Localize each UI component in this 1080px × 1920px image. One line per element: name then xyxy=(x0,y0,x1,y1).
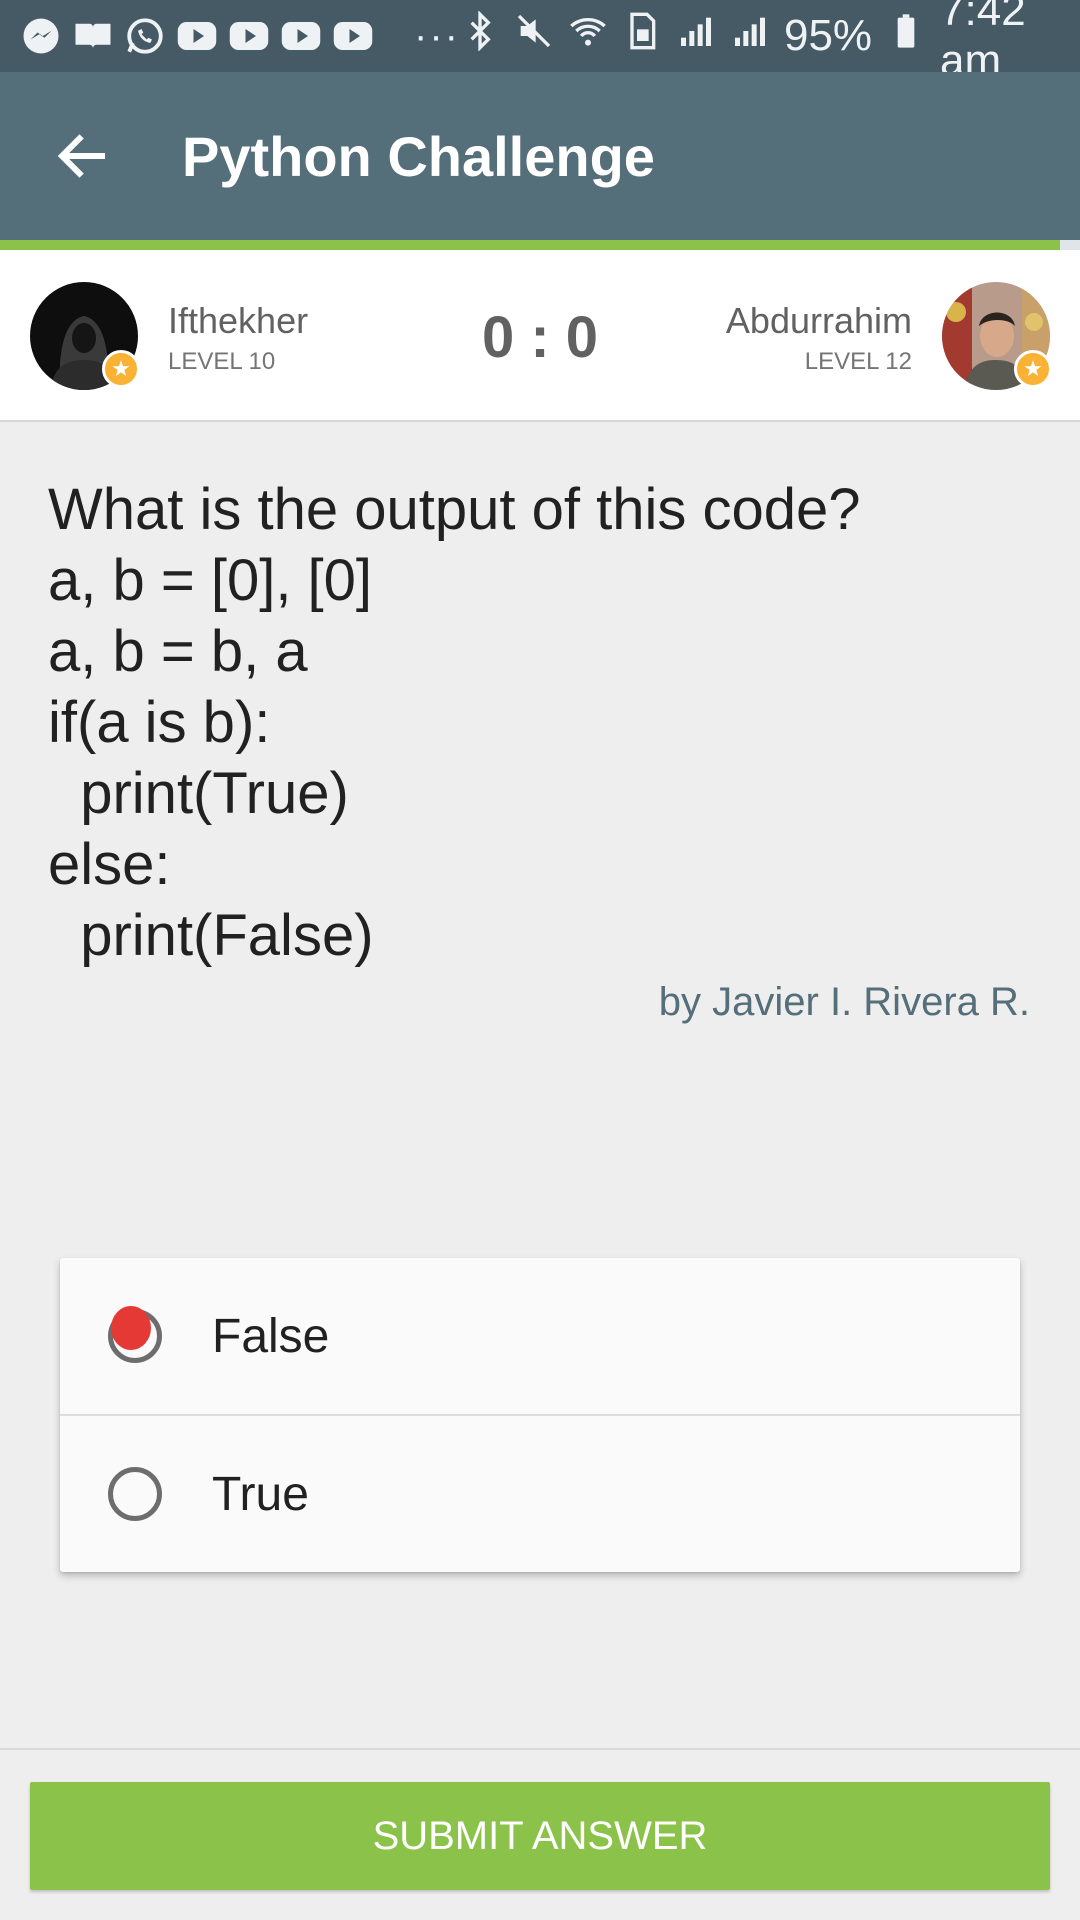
sim-icon xyxy=(622,11,662,62)
player-right-level: LEVEL 12 xyxy=(804,348,912,375)
signal-icon xyxy=(730,11,770,62)
answer-options: False True xyxy=(60,1258,1020,1572)
youtube-icon xyxy=(176,15,218,57)
answer-option-false[interactable]: False xyxy=(60,1258,1020,1416)
player-right-avatar[interactable]: ★ xyxy=(942,282,1052,390)
messenger-icon xyxy=(20,15,62,57)
bluetooth-icon xyxy=(460,9,500,62)
whatsapp-icon xyxy=(124,15,166,57)
answer-label: True xyxy=(212,1467,309,1521)
player-left-name: Ifthekher xyxy=(168,300,309,341)
players-bar: ★ Ifthekher LEVEL 10 0 : 0 Abdurrahim LE… xyxy=(0,250,1080,422)
youtube-icon xyxy=(228,15,270,57)
selected-mark xyxy=(111,1306,151,1350)
page-title: Python Challenge xyxy=(182,124,655,188)
star-badge-icon: ★ xyxy=(102,350,140,388)
question-text: What is the output of this code? a, b = … xyxy=(48,477,861,968)
back-button[interactable] xyxy=(38,112,126,200)
signal-icon xyxy=(676,11,716,62)
battery-percent: 95% xyxy=(783,11,873,60)
radio-button[interactable] xyxy=(108,1467,162,1521)
star-badge-icon: ★ xyxy=(1014,350,1052,388)
challenge-progress-bar xyxy=(0,240,1060,250)
progress-track xyxy=(1060,240,1080,250)
player-right-name: Abdurrahim xyxy=(725,300,912,341)
notification-icons: ··· xyxy=(20,14,460,59)
footer-divider xyxy=(0,1748,1080,1750)
player-left-level: LEVEL 10 xyxy=(168,348,276,375)
radio-button[interactable] xyxy=(108,1306,162,1363)
app-bar: Python Challenge xyxy=(0,72,1080,240)
question-author[interactable]: by Javier I. Rivera R. xyxy=(659,980,1030,1025)
answer-option-true[interactable]: True xyxy=(60,1416,1020,1572)
answer-label: False xyxy=(212,1309,330,1363)
submit-answer-button[interactable]: SUBMIT ANSWER xyxy=(30,1782,1050,1890)
status-bar: ··· 95% 7:42 am xyxy=(0,0,1080,85)
wifi-icon xyxy=(568,11,608,62)
book-icon xyxy=(72,15,114,57)
back-arrow-icon xyxy=(57,134,105,178)
youtube-icon xyxy=(332,15,374,57)
youtube-icon xyxy=(280,15,322,57)
mute-icon xyxy=(514,11,554,62)
battery-icon xyxy=(886,11,926,62)
player-left-avatar[interactable]: ★ xyxy=(30,282,140,390)
more-notifications-icon: ··· xyxy=(414,13,460,58)
score: 0 : 0 xyxy=(481,305,599,370)
